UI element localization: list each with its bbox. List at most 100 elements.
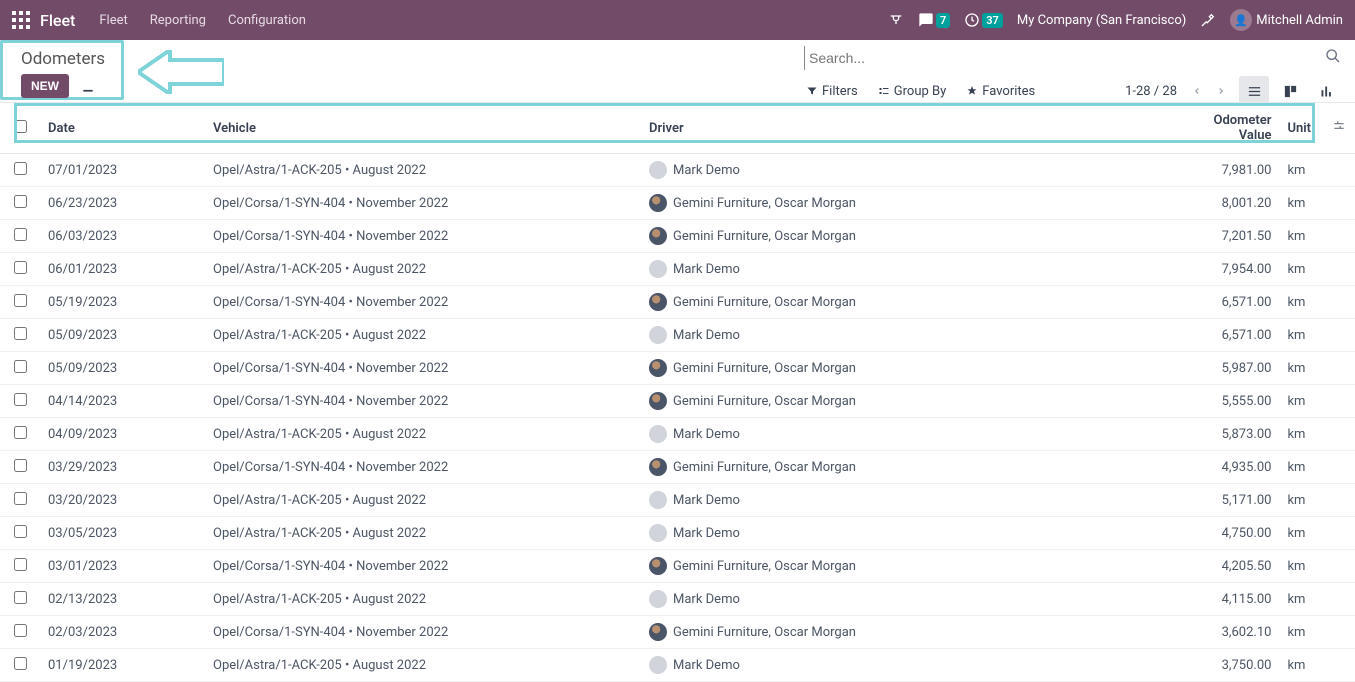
cell-unit: km (1279, 187, 1323, 220)
row-checkbox[interactable] (14, 261, 27, 274)
cell-vehicle: Opel/Astra/1-ACK-205 • August 2022 (205, 319, 641, 352)
apps-icon[interactable] (12, 11, 30, 29)
cell-odometer: 7,954.00 (1179, 253, 1279, 286)
cell-driver: Mark Demo (641, 649, 1179, 682)
breadcrumb-panel: Odometers NEW (0, 40, 124, 100)
user-name-label: Mitchell Admin (1256, 13, 1343, 28)
row-checkbox[interactable] (14, 492, 27, 505)
col-date[interactable]: Date (40, 103, 205, 154)
table-row[interactable]: 03/01/2023Opel/Corsa/1-SYN-404 • Novembe… (0, 550, 1355, 583)
row-checkbox[interactable] (14, 228, 27, 241)
table-row[interactable]: 04/14/2023Opel/Corsa/1-SYN-404 • Novembe… (0, 385, 1355, 418)
cell-vehicle: Opel/Corsa/1-SYN-404 • November 2022 (205, 451, 641, 484)
search-input[interactable] (804, 46, 1319, 70)
driver-name: Mark Demo (673, 262, 740, 277)
col-odometer[interactable]: Odometer Value (1179, 103, 1279, 154)
cell-unit: km (1279, 220, 1323, 253)
groupby-button[interactable]: Group By (878, 84, 947, 99)
table-row[interactable]: 06/01/2023Opel/Astra/1-ACK-205 • August … (0, 253, 1355, 286)
driver-avatar (649, 392, 667, 410)
pager-next[interactable] (1209, 79, 1233, 103)
search-icon[interactable] (1325, 48, 1341, 68)
row-checkbox[interactable] (14, 294, 27, 307)
cell-vehicle: Opel/Corsa/1-SYN-404 • November 2022 (205, 286, 641, 319)
groupby-label: Group By (894, 84, 947, 99)
cell-date: 03/05/2023 (40, 517, 205, 550)
table-row[interactable]: 03/20/2023Opel/Astra/1-ACK-205 • August … (0, 484, 1355, 517)
row-checkbox[interactable] (14, 426, 27, 439)
pager-text[interactable]: 1-28 / 28 (1125, 84, 1177, 99)
tools-icon[interactable] (1200, 12, 1216, 28)
company-switcher[interactable]: My Company (San Francisco) (1017, 13, 1186, 28)
row-checkbox[interactable] (14, 360, 27, 373)
cell-driver: Gemini Furniture, Oscar Morgan (641, 187, 1179, 220)
nav-configuration[interactable]: Configuration (228, 13, 306, 28)
phone-icon[interactable] (888, 12, 904, 28)
col-unit[interactable]: Unit (1279, 103, 1323, 154)
app-brand[interactable]: Fleet (40, 11, 75, 30)
cell-unit: km (1279, 418, 1323, 451)
row-checkbox[interactable] (14, 459, 27, 472)
table-row[interactable]: 01/19/2023Opel/Astra/1-ACK-205 • August … (0, 649, 1355, 682)
cell-odometer: 5,873.00 (1179, 418, 1279, 451)
col-driver[interactable]: Driver (641, 103, 1179, 154)
new-button[interactable]: NEW (21, 74, 69, 98)
table-row[interactable]: 05/19/2023Opel/Corsa/1-SYN-404 • Novembe… (0, 286, 1355, 319)
cell-odometer: 6,571.00 (1179, 319, 1279, 352)
user-menu[interactable]: 👤 Mitchell Admin (1230, 9, 1343, 31)
cell-vehicle: Opel/Corsa/1-SYN-404 • November 2022 (205, 220, 641, 253)
driver-name: Mark Demo (673, 493, 740, 508)
filters-label: Filters (822, 84, 858, 99)
favorites-button[interactable]: Favorites (966, 84, 1035, 99)
table-row[interactable]: 07/01/2023Opel/Astra/1-ACK-205 • August … (0, 154, 1355, 187)
driver-avatar (649, 227, 667, 245)
cell-date: 02/13/2023 (40, 583, 205, 616)
messaging-icon[interactable]: 7 (918, 12, 950, 28)
driver-name: Mark Demo (673, 427, 740, 442)
row-checkbox[interactable] (14, 591, 27, 604)
nav-fleet[interactable]: Fleet (99, 13, 127, 28)
row-checkbox[interactable] (14, 558, 27, 571)
cell-vehicle: Opel/Astra/1-ACK-205 • August 2022 (205, 517, 641, 550)
row-checkbox[interactable] (14, 657, 27, 670)
cell-vehicle: Opel/Astra/1-ACK-205 • August 2022 (205, 154, 641, 187)
cell-driver: Gemini Furniture, Oscar Morgan (641, 286, 1179, 319)
filters-button[interactable]: Filters (806, 84, 858, 99)
table-row[interactable]: 06/03/2023Opel/Corsa/1-SYN-404 • Novembe… (0, 220, 1355, 253)
cell-driver: Gemini Furniture, Oscar Morgan (641, 220, 1179, 253)
cell-odometer: 6,571.00 (1179, 286, 1279, 319)
nav-reporting[interactable]: Reporting (150, 13, 206, 28)
select-all-checkbox[interactable] (14, 120, 27, 133)
cell-vehicle: Opel/Astra/1-ACK-205 • August 2022 (205, 649, 641, 682)
table-row[interactable]: 06/23/2023Opel/Corsa/1-SYN-404 • Novembe… (0, 187, 1355, 220)
table-row[interactable]: 04/09/2023Opel/Astra/1-ACK-205 • August … (0, 418, 1355, 451)
cell-odometer: 8,001.20 (1179, 187, 1279, 220)
table-header-row: Date Vehicle Driver Odometer Value Unit (0, 103, 1355, 154)
col-vehicle[interactable]: Vehicle (205, 103, 641, 154)
cell-driver: Mark Demo (641, 517, 1179, 550)
row-checkbox[interactable] (14, 393, 27, 406)
cell-driver: Mark Demo (641, 154, 1179, 187)
cell-date: 03/20/2023 (40, 484, 205, 517)
row-checkbox[interactable] (14, 624, 27, 637)
table-row[interactable]: 05/09/2023Opel/Corsa/1-SYN-404 • Novembe… (0, 352, 1355, 385)
cell-vehicle: Opel/Astra/1-ACK-205 • August 2022 (205, 484, 641, 517)
table-row[interactable]: 02/03/2023Opel/Corsa/1-SYN-404 • Novembe… (0, 616, 1355, 649)
table-row[interactable]: 02/13/2023Opel/Astra/1-ACK-205 • August … (0, 583, 1355, 616)
activities-icon[interactable]: 37 (964, 12, 1003, 28)
table-row[interactable]: 05/09/2023Opel/Astra/1-ACK-205 • August … (0, 319, 1355, 352)
row-checkbox[interactable] (14, 525, 27, 538)
driver-name: Mark Demo (673, 328, 740, 343)
row-checkbox[interactable] (14, 162, 27, 175)
row-checkbox[interactable] (14, 195, 27, 208)
driver-name: Mark Demo (673, 163, 740, 178)
pager-prev[interactable] (1185, 79, 1209, 103)
col-options[interactable] (1323, 103, 1355, 154)
favorites-label: Favorites (982, 84, 1035, 99)
download-icon[interactable] (81, 80, 95, 98)
cell-date: 03/29/2023 (40, 451, 205, 484)
table-row[interactable]: 03/05/2023Opel/Astra/1-ACK-205 • August … (0, 517, 1355, 550)
table-row[interactable]: 03/29/2023Opel/Corsa/1-SYN-404 • Novembe… (0, 451, 1355, 484)
row-checkbox[interactable] (14, 327, 27, 340)
driver-name: Gemini Furniture, Oscar Morgan (673, 460, 856, 475)
